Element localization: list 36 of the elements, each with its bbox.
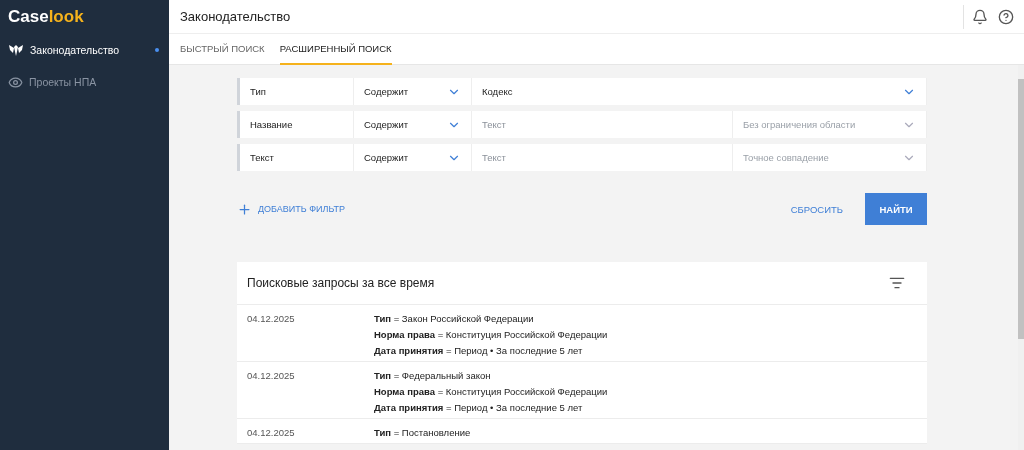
query-date: 04.12.2025 bbox=[247, 370, 296, 383]
bell-icon[interactable] bbox=[972, 8, 988, 25]
operator-select[interactable]: Содержит bbox=[354, 144, 472, 171]
active-dot bbox=[155, 48, 159, 52]
page-title: Законодательство bbox=[180, 9, 292, 24]
query-condition: Дата принятия = Период • За последние 5 лет bbox=[374, 402, 584, 414]
filter-field: Тип bbox=[237, 78, 354, 105]
query-condition: Дата принятия = Период • За последние 5 лет bbox=[374, 345, 584, 357]
find-button[interactable]: НАЙТИ bbox=[865, 193, 927, 225]
eye-icon bbox=[8, 74, 23, 90]
logo: Caselook bbox=[7, 6, 85, 28]
query-date: 04.12.2025 bbox=[247, 313, 296, 326]
sidebar-item[interactable]: Проекты НПА bbox=[0, 66, 169, 98]
reset-button[interactable]: СБРОСИТЬ bbox=[784, 202, 849, 216]
value-select[interactable]: Кодекс bbox=[472, 78, 927, 105]
query-condition: Норма права = Конституция Российской Федерации bbox=[374, 386, 609, 398]
history-title: Поисковые запросы за все время bbox=[247, 276, 435, 290]
text-input[interactable]: Текст bbox=[472, 144, 733, 171]
filter-icon[interactable] bbox=[889, 275, 905, 291]
help-icon[interactable] bbox=[998, 8, 1014, 25]
tab[interactable]: РАСШИРЕННЫЙ ПОИСК bbox=[279, 34, 392, 65]
text-input[interactable]: Текст bbox=[472, 111, 733, 138]
emblem-icon bbox=[8, 43, 24, 57]
operator-select[interactable]: Содержит bbox=[354, 111, 472, 138]
operator-select[interactable]: Содержит bbox=[354, 78, 472, 105]
filter-field: Текст bbox=[237, 144, 354, 171]
filter-field: Название bbox=[237, 111, 354, 138]
tab[interactable]: БЫСТРЫЙ ПОИСК bbox=[180, 34, 265, 65]
query-condition: Тип = Федеральный закон bbox=[374, 370, 492, 382]
add-filter-button[interactable]: ДОБАВИТЬ ФИЛЬТР bbox=[237, 201, 345, 217]
query-condition: Тип = Закон Российской Федерации bbox=[374, 313, 535, 325]
query-date: 04.12.2025 bbox=[247, 427, 296, 439]
query-condition: Норма права = Конституция Российской Федерации bbox=[374, 329, 609, 341]
sidebar-item[interactable]: Законодательство bbox=[0, 34, 169, 66]
plus-icon bbox=[237, 201, 252, 217]
query-condition: Тип = Постановление bbox=[374, 427, 472, 439]
